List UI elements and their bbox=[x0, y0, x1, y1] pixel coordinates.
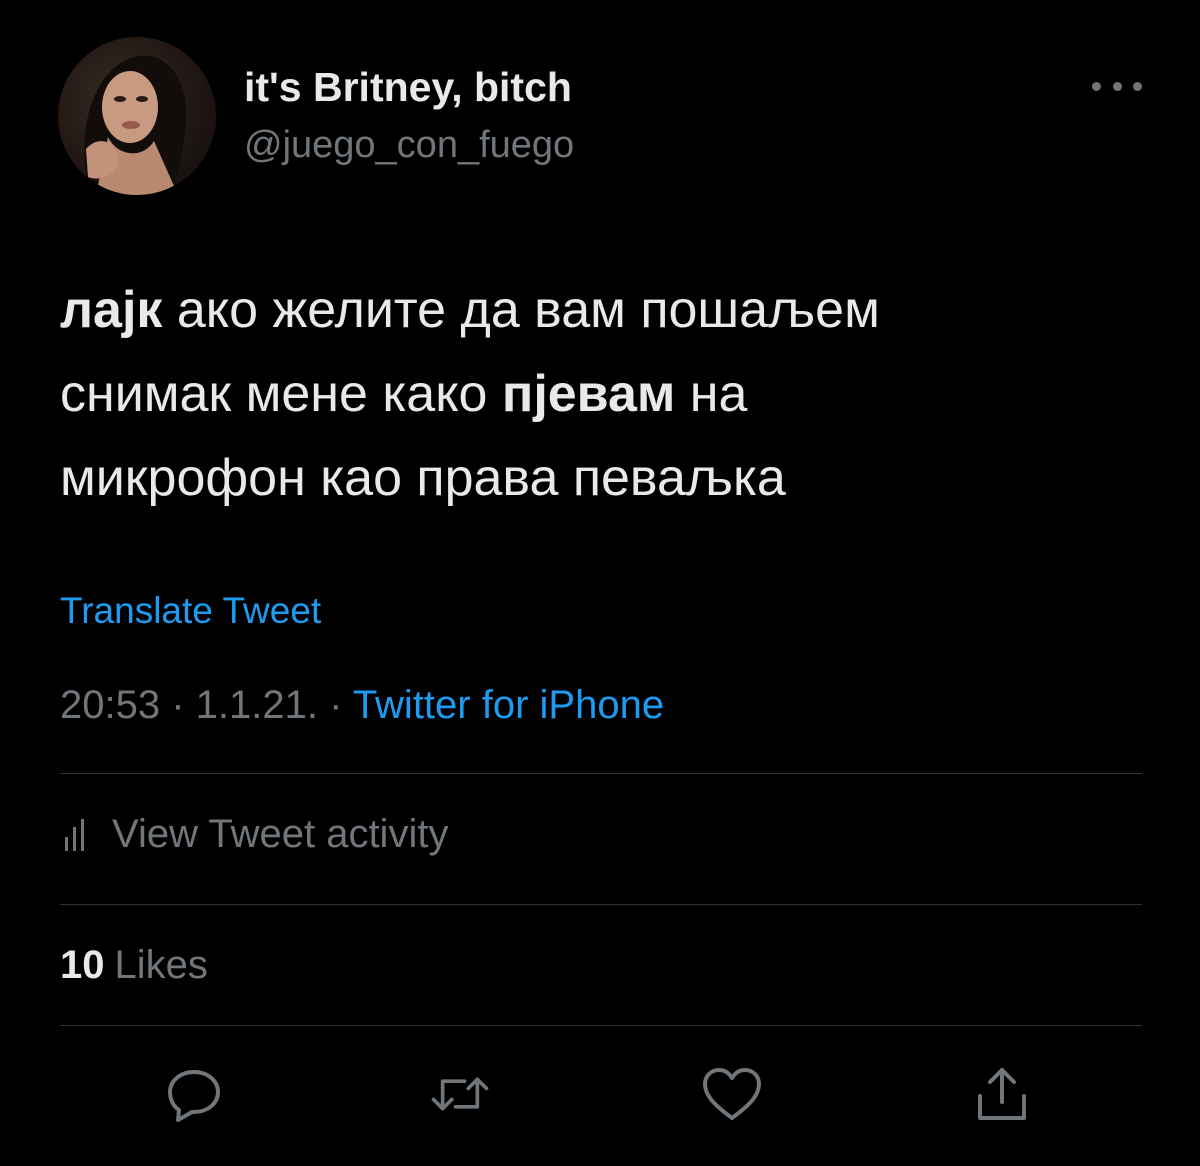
reply-icon bbox=[168, 1070, 220, 1122]
tweet-text-segment: ако желите да вам пошаљем bbox=[162, 281, 880, 339]
like-button[interactable] bbox=[700, 1062, 764, 1126]
tweet-line: снимак мене како пјевам на bbox=[60, 352, 1150, 436]
reply-button[interactable] bbox=[162, 1062, 226, 1126]
retweet-button[interactable] bbox=[428, 1062, 492, 1126]
meta-separator: · bbox=[317, 683, 353, 727]
translate-tweet-link[interactable]: Translate Tweet bbox=[60, 590, 321, 632]
activity-label: View Tweet activity bbox=[112, 812, 449, 856]
profile-photo bbox=[58, 37, 216, 195]
author-display-name[interactable]: it's Britney, bitch bbox=[244, 64, 572, 111]
likes-label: Likes bbox=[114, 943, 208, 987]
tweet-bold-word: лајк bbox=[60, 281, 163, 339]
tweet-text: лајк ако желите да вам пошаљем снимак ме… bbox=[60, 268, 1150, 520]
divider bbox=[60, 773, 1142, 774]
more-dot bbox=[1133, 81, 1142, 91]
like-icon bbox=[703, 1068, 761, 1120]
divider bbox=[60, 904, 1142, 905]
tweet-line: лајк ако желите да вам пошаљем bbox=[60, 268, 1150, 352]
tweet-text-segment: на bbox=[675, 365, 748, 423]
avatar[interactable] bbox=[58, 37, 216, 195]
tweet-meta: 20:53 · 1.1.21. · Twitter for iPhone bbox=[60, 683, 664, 728]
tweet-line: микрофон као права певаљка bbox=[60, 449, 786, 507]
likes-number: 10 bbox=[60, 943, 105, 987]
tweet-source-link[interactable]: Twitter for iPhone bbox=[353, 683, 664, 727]
tweet-date[interactable]: 1.1.21. bbox=[196, 683, 318, 727]
view-tweet-activity-button[interactable]: View Tweet activity bbox=[64, 812, 448, 857]
more-icon[interactable] bbox=[1092, 72, 1142, 100]
tweet-time[interactable]: 20:53 bbox=[60, 683, 160, 727]
divider bbox=[60, 1025, 1142, 1026]
more-dot bbox=[1092, 81, 1101, 91]
meta-separator: · bbox=[160, 683, 196, 727]
analytics-icon bbox=[65, 818, 84, 851]
author-handle[interactable]: @juego_con_fuego bbox=[244, 124, 574, 167]
more-dot bbox=[1112, 81, 1122, 91]
tweet-text-segment: снимак мене како bbox=[60, 365, 502, 423]
retweet-icon bbox=[431, 1077, 489, 1111]
likes-count[interactable]: 10 Likes bbox=[60, 943, 208, 988]
share-button[interactable] bbox=[970, 1062, 1034, 1126]
tweet-bold-word: пјевам bbox=[501, 365, 676, 423]
share-icon bbox=[978, 1068, 1026, 1120]
